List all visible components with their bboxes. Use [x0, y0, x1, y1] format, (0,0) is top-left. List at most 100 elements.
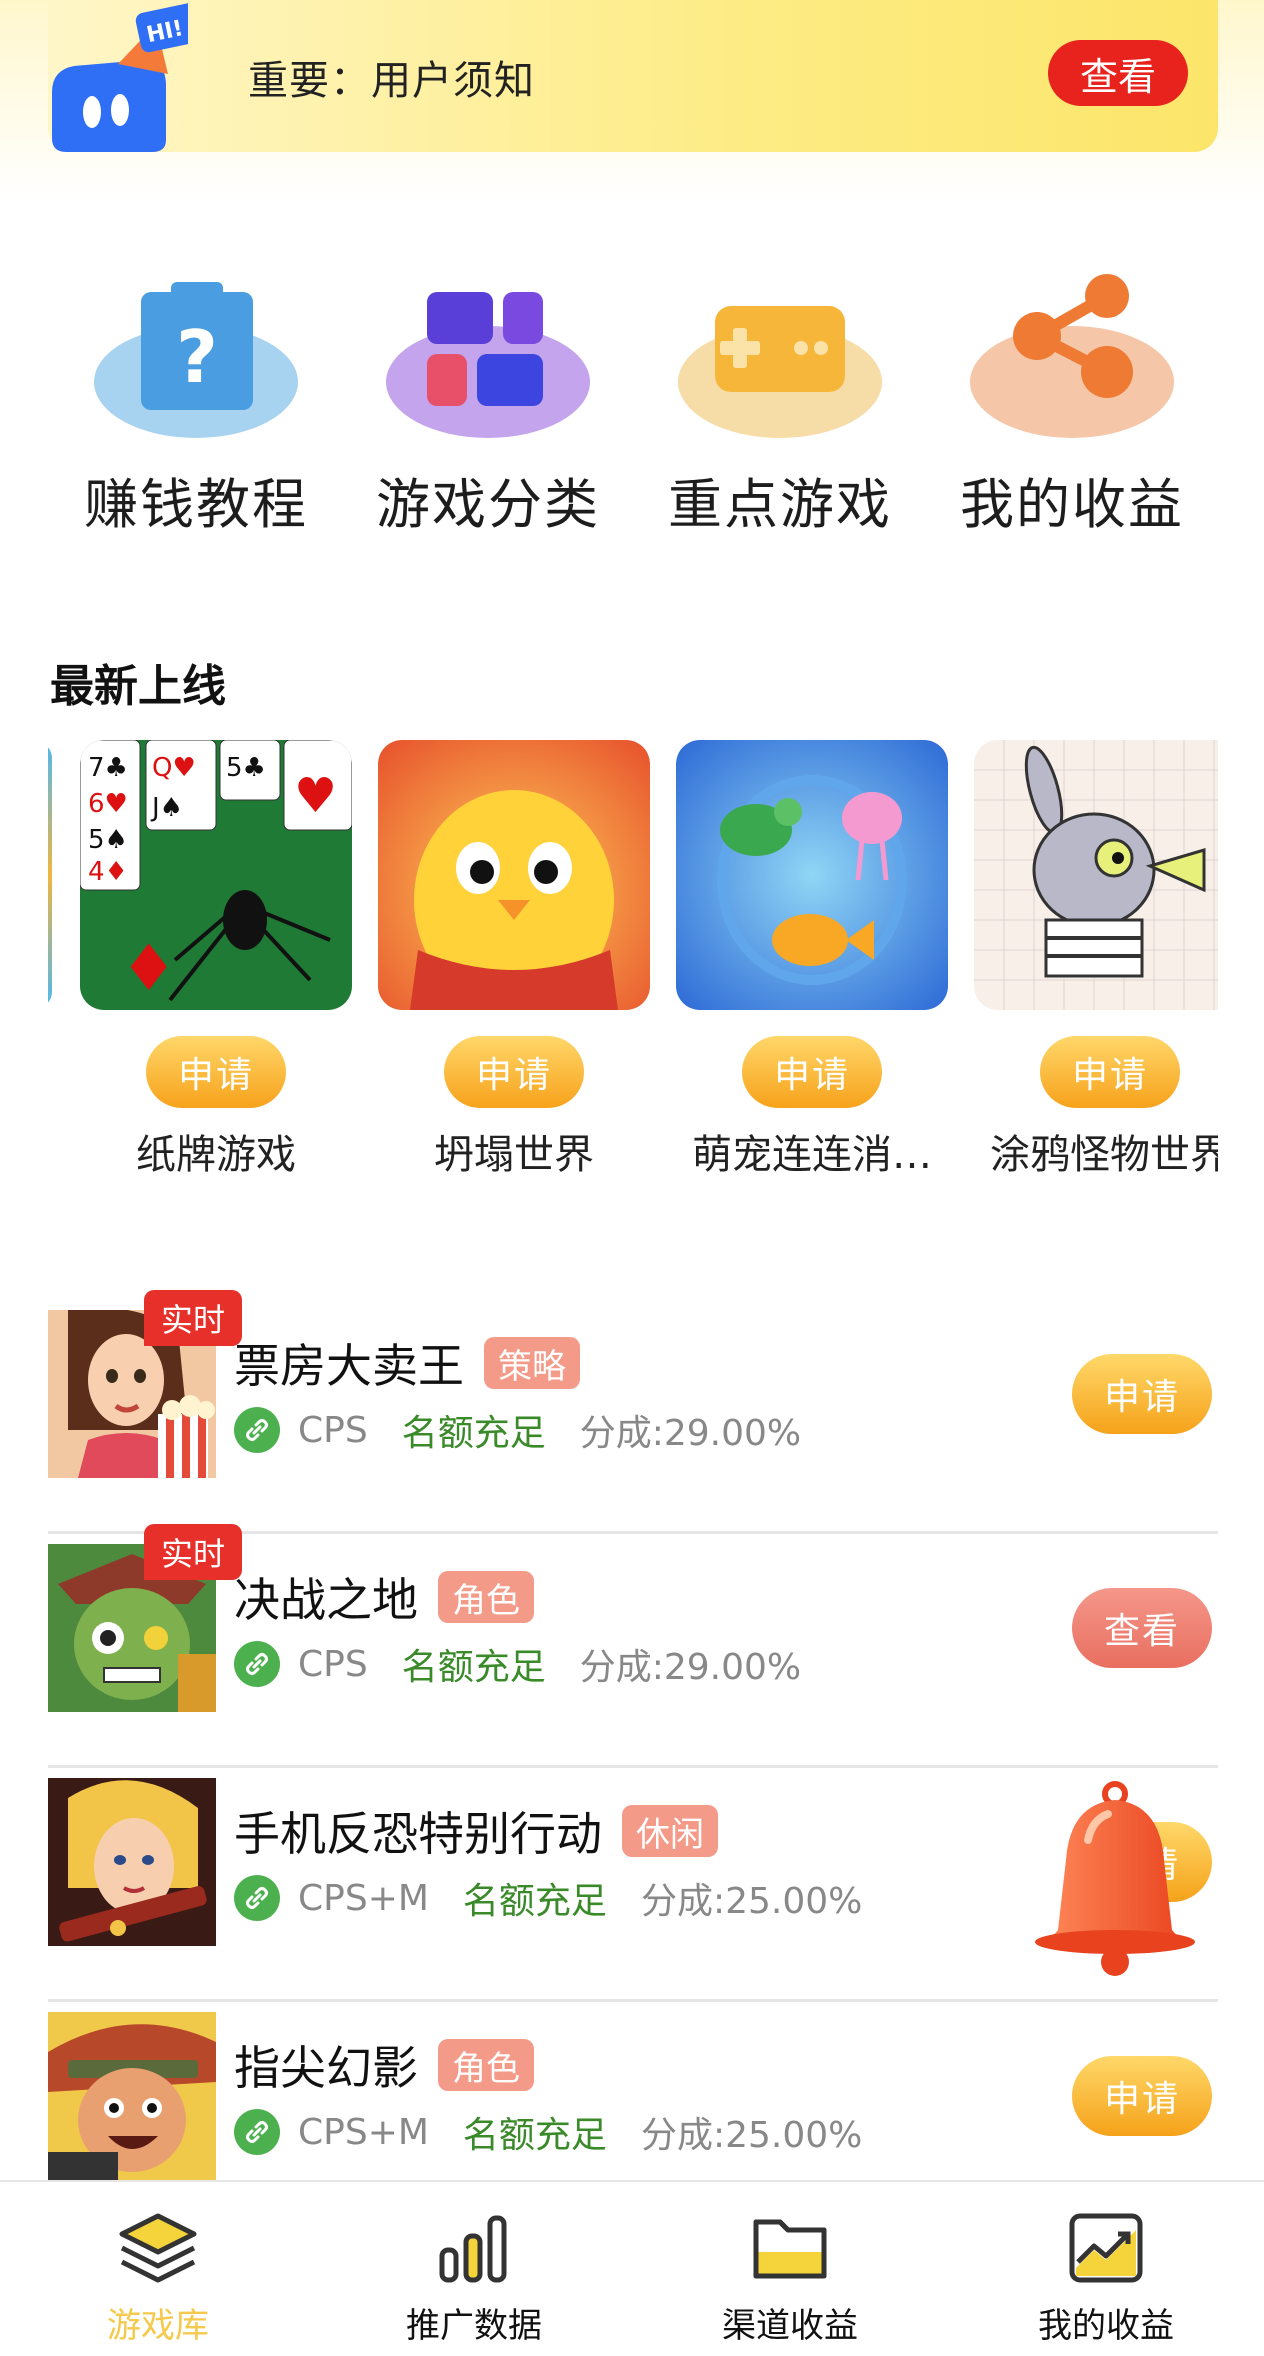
partial-game-card: [48, 742, 52, 1008]
link-icon: [234, 1875, 280, 1921]
nav-label: 推广数据: [406, 2306, 542, 2346]
share-rate: 分成:29.00%: [579, 1413, 802, 1454]
svg-text:Q♥: Q♥: [152, 753, 196, 783]
game-title-line: 手机反恐特别行动 休闲: [234, 1798, 718, 1864]
table-row[interactable]: 实时 票房大卖王 策略 CPS 名额充足 分成:29.00% 申请: [48, 1290, 1218, 1534]
view-button[interactable]: 查看: [1072, 1588, 1212, 1668]
newest-carousel[interactable]: 7♣ 6♥ 5♠ 4♦ Q♥ J♠ 5♣ ♥ ♦ 申请 纸牌游戏 申请 坍塌世界: [48, 740, 1218, 1180]
share-rate: 分成:29.00%: [579, 1647, 802, 1688]
apply-button[interactable]: 申请: [146, 1036, 286, 1108]
share-rate: 分成:25.00%: [640, 2115, 863, 2156]
game-thumbnail: [378, 740, 650, 1010]
link-icon: [234, 1407, 280, 1453]
svg-text:?: ?: [176, 315, 218, 399]
notice-bar[interactable]: HI! 重要：用户须知 查看: [48, 0, 1218, 152]
quota-status: 名额充足: [401, 1413, 546, 1454]
question-bag-icon: ?: [94, 282, 298, 438]
genre-tag: 休闲: [622, 1805, 718, 1857]
quick-label: 游戏分类: [376, 473, 600, 536]
apply-button[interactable]: 申请: [742, 1036, 882, 1108]
svg-text:6♥: 6♥: [88, 789, 128, 819]
game-list: 实时 票房大卖王 策略 CPS 名额充足 分成:29.00% 申请 实时 决战之…: [48, 1290, 1218, 2236]
nav-item-promo-data[interactable]: 推广数据: [316, 2182, 632, 2356]
genre-tag: 策略: [484, 1337, 580, 1389]
apply-button[interactable]: 申请: [444, 1036, 584, 1108]
game-name: 纸牌游戏: [136, 1132, 296, 1178]
newest-section-title: 最新上线: [50, 661, 226, 712]
game-thumbnail: [48, 1778, 216, 1946]
notice-view-button[interactable]: 查看: [1048, 40, 1188, 106]
apply-button[interactable]: 申请: [1072, 1354, 1212, 1434]
nav-item-my-earnings[interactable]: 我的收益: [948, 2182, 1264, 2356]
promo-type: CPS: [298, 1409, 368, 1451]
link-icon: [234, 2109, 280, 2155]
game-title: 手机反恐特别行动: [234, 1807, 602, 1861]
game-thumbnail: 7♣ 6♥ 5♠ 4♦ Q♥ J♠ 5♣ ♥ ♦: [79, 740, 353, 1010]
table-row[interactable]: 实时 决战之地 角色 CPS 名额充足 分成:29.00% 查看: [48, 1524, 1218, 1768]
quota-status: 名额充足: [462, 2115, 607, 2156]
newest-game-card[interactable]: 申请 涂鸦怪物世界: [974, 740, 1218, 1180]
notice-text: 重要：用户须知: [248, 58, 535, 104]
mascot-icon: HI!: [52, 3, 188, 152]
svg-text:7♣: 7♣: [88, 753, 128, 783]
quota-status: 名额充足: [462, 1881, 607, 1922]
bottom-navigation: 游戏库 推广数据 渠道收益 我的收益: [0, 2180, 1264, 2356]
promo-type: CPS+M: [298, 1877, 429, 1919]
svg-text:♥: ♥: [294, 768, 337, 824]
quick-menu: ? 赚钱教程 游戏分类 重点游戏 我的收益: [50, 270, 1220, 550]
bell-icon[interactable]: [1030, 1780, 1200, 1980]
quick-label: 赚钱教程: [84, 473, 308, 536]
quick-label: 我的收益: [960, 473, 1184, 536]
realtime-badge: 实时: [144, 1290, 242, 1346]
trend-chart-icon: [1069, 2213, 1143, 2283]
share-icon: [970, 274, 1174, 438]
nav-item-channel-earnings[interactable]: 渠道收益: [632, 2182, 948, 2356]
quick-item-earnings[interactable]: 我的收益: [926, 270, 1218, 550]
quick-item-tutorial[interactable]: ? 赚钱教程: [50, 270, 342, 550]
layers-icon: [119, 2213, 197, 2283]
promo-type: CPS+M: [298, 2111, 429, 2153]
game-thumbnail: [48, 2012, 216, 2180]
apply-button[interactable]: 申请: [1072, 2056, 1212, 2136]
svg-text:5♠: 5♠: [88, 825, 128, 855]
nav-item-game-library[interactable]: 游戏库: [0, 2182, 316, 2356]
share-rate: 分成:25.00%: [640, 1881, 863, 1922]
game-meta: CPS 名额充足 分成:29.00%: [234, 1404, 801, 1456]
realtime-badge: 实时: [144, 1524, 242, 1580]
apply-button[interactable]: 申请: [1040, 1036, 1180, 1108]
game-meta: CPS+M 名额充足 分成:25.00%: [234, 1872, 862, 1924]
game-title-line: 决战之地 角色: [234, 1564, 534, 1630]
newest-game-card[interactable]: 申请 坍塌世界: [378, 740, 650, 1180]
link-icon: [234, 1641, 280, 1687]
gamepad-icon: [678, 306, 882, 438]
quick-item-category[interactable]: 游戏分类: [342, 270, 634, 550]
svg-text:5♣: 5♣: [226, 753, 266, 783]
svg-text:♦: ♦: [120, 932, 177, 1006]
genre-tag: 角色: [438, 1571, 534, 1623]
nav-label: 我的收益: [1038, 2306, 1174, 2346]
game-title: 指尖幻影: [234, 2041, 418, 2095]
quick-item-featured[interactable]: 重点游戏: [634, 270, 926, 550]
svg-text:4♦: 4♦: [88, 857, 128, 887]
quick-label: 重点游戏: [668, 473, 892, 536]
genre-tag: 角色: [438, 2039, 534, 2091]
newest-game-card[interactable]: 申请 萌宠连连消…: [676, 740, 948, 1180]
game-name: 萌宠连连消…: [692, 1132, 932, 1178]
game-thumbnail: [974, 740, 1218, 1010]
promo-type: CPS: [298, 1643, 368, 1685]
nav-label: 游戏库: [107, 2306, 209, 2346]
game-title: 票房大卖王: [234, 1339, 464, 1393]
folder-icon: [753, 2219, 827, 2279]
game-title-line: 票房大卖王 策略: [234, 1330, 580, 1396]
category-grid-icon: [386, 292, 590, 438]
quota-status: 名额充足: [401, 1647, 546, 1688]
newest-game-card[interactable]: 7♣ 6♥ 5♠ 4♦ Q♥ J♠ 5♣ ♥ ♦ 申请 纸牌游戏: [79, 740, 353, 1180]
game-meta: CPS 名额充足 分成:29.00%: [234, 1638, 801, 1690]
nav-label: 渠道收益: [722, 2306, 858, 2346]
bar-chart-icon: [439, 2215, 507, 2283]
game-name: 涂鸦怪物世界: [990, 1132, 1218, 1178]
game-title-line: 指尖幻影 角色: [234, 2032, 534, 2098]
game-name: 坍塌世界: [434, 1132, 594, 1178]
game-meta: CPS+M 名额充足 分成:25.00%: [234, 2106, 862, 2158]
game-thumbnail: [676, 740, 948, 1010]
